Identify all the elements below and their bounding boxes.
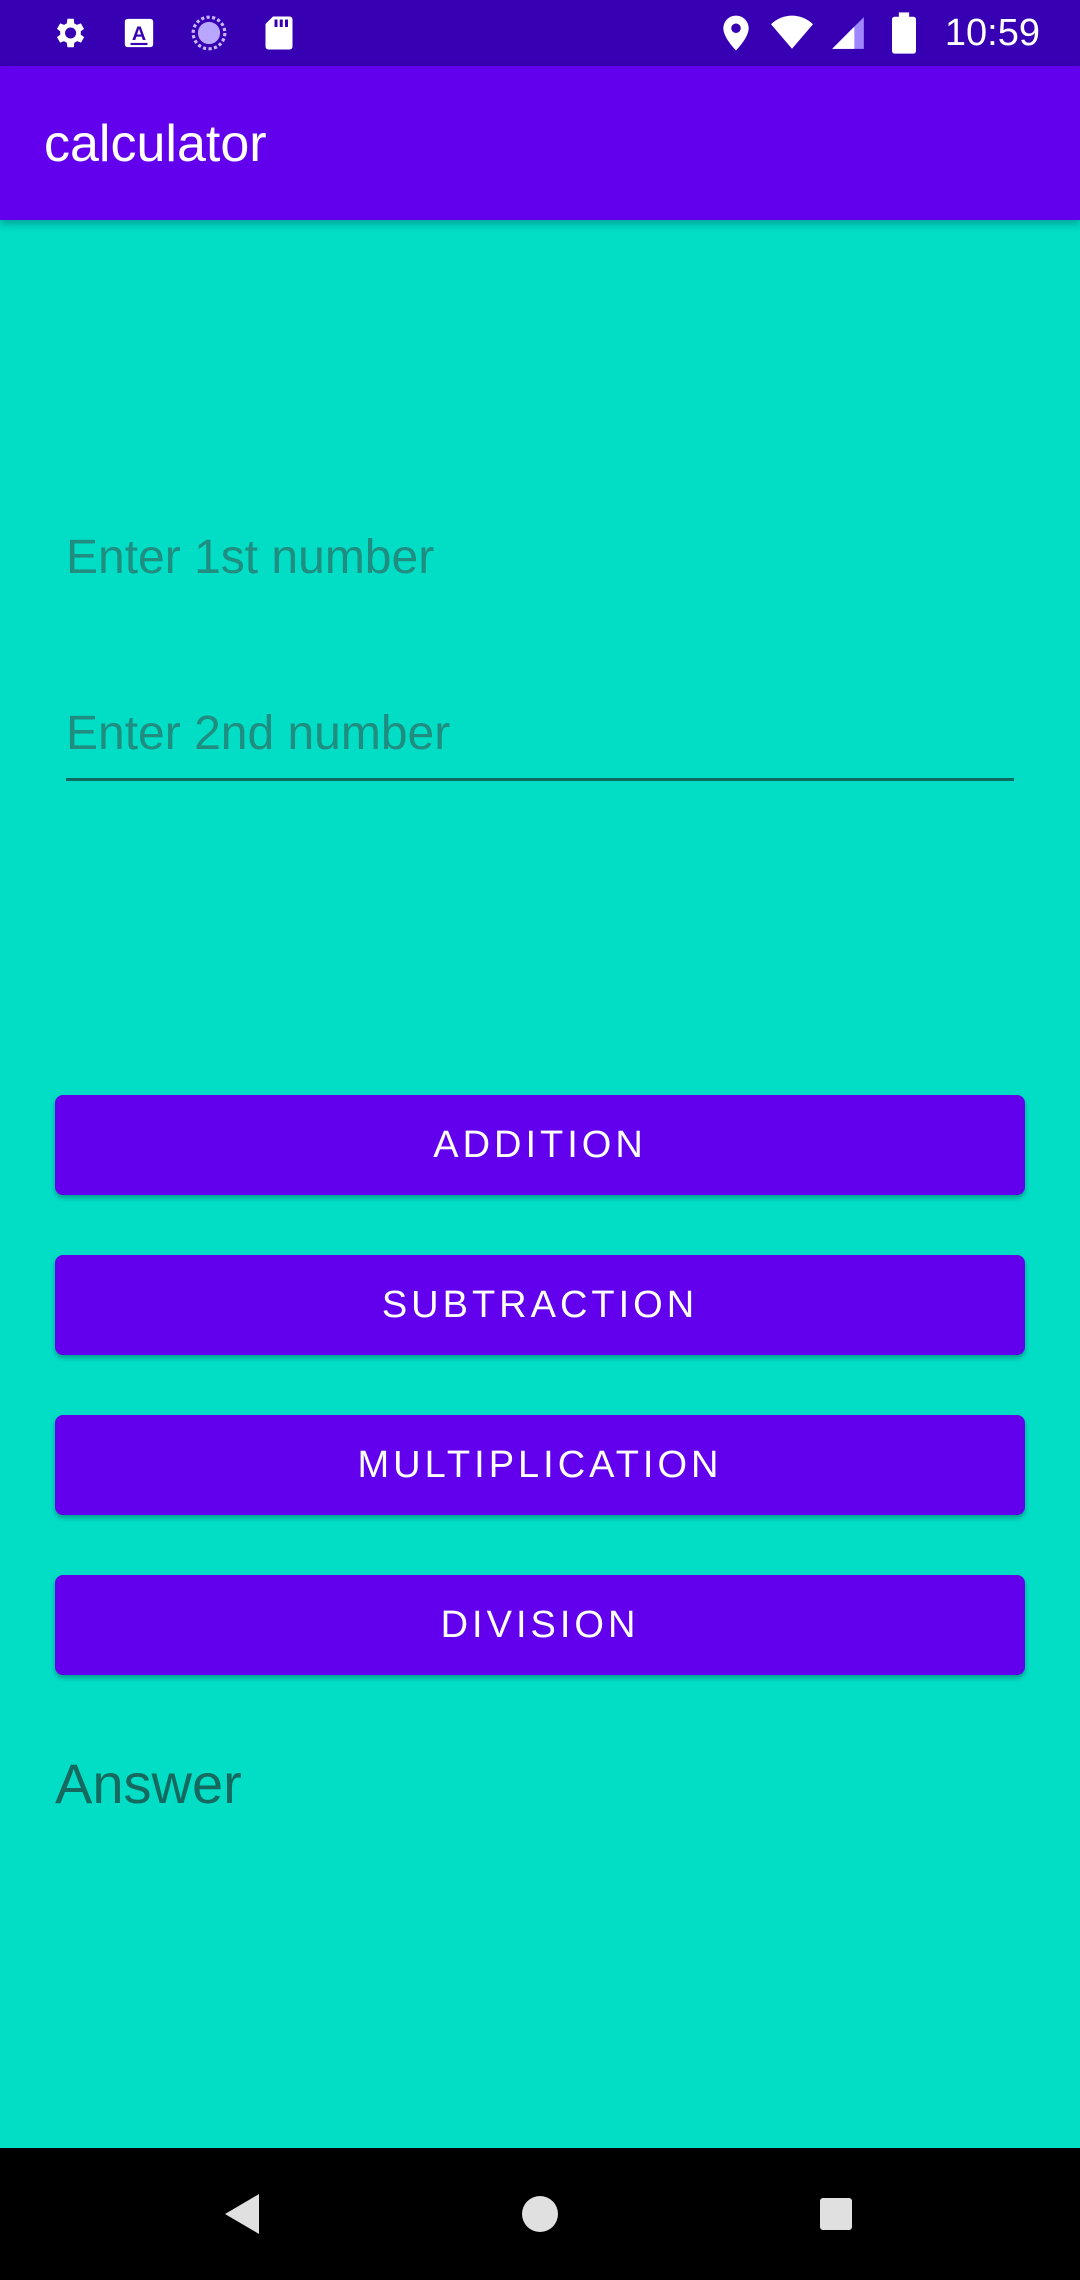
sd-card-icon	[258, 12, 300, 54]
back-icon[interactable]	[207, 2178, 279, 2250]
svg-text:A: A	[132, 23, 146, 45]
multiplication-button[interactable]: MULTIPLICATION	[55, 1415, 1025, 1515]
first-number-input[interactable]	[66, 512, 1014, 602]
wifi-icon	[770, 12, 813, 54]
addition-button[interactable]: ADDITION	[55, 1095, 1025, 1195]
signal-icon	[827, 12, 869, 54]
status-right-icons: 10:59	[715, 10, 1040, 56]
first-number-field[interactable]	[66, 512, 1014, 602]
font-a-icon: A	[118, 12, 160, 54]
status-left-icons: A	[48, 12, 300, 54]
location-pin-icon	[715, 12, 757, 54]
battery-icon	[883, 12, 925, 54]
app-bar: calculator	[0, 66, 1080, 220]
answer-label: Answer	[55, 1752, 242, 1815]
app-title: calculator	[44, 115, 267, 173]
calculator-screen: A 10:59 calculator Enter 1st number Ente…	[0, 0, 1080, 2280]
recents-icon[interactable]	[800, 2178, 872, 2250]
loading-circle-icon	[188, 12, 230, 54]
subtraction-button[interactable]: SUBTRACTION	[55, 1255, 1025, 1355]
status-bar: A 10:59	[0, 0, 1080, 66]
status-time: 10:59	[944, 12, 1040, 54]
second-number-field[interactable]	[66, 688, 1014, 781]
home-icon[interactable]	[504, 2178, 576, 2250]
division-button[interactable]: DIVISION	[55, 1575, 1025, 1675]
second-number-input[interactable]	[66, 688, 1014, 778]
gear-icon	[48, 12, 90, 54]
navigation-bar	[0, 2148, 1080, 2280]
